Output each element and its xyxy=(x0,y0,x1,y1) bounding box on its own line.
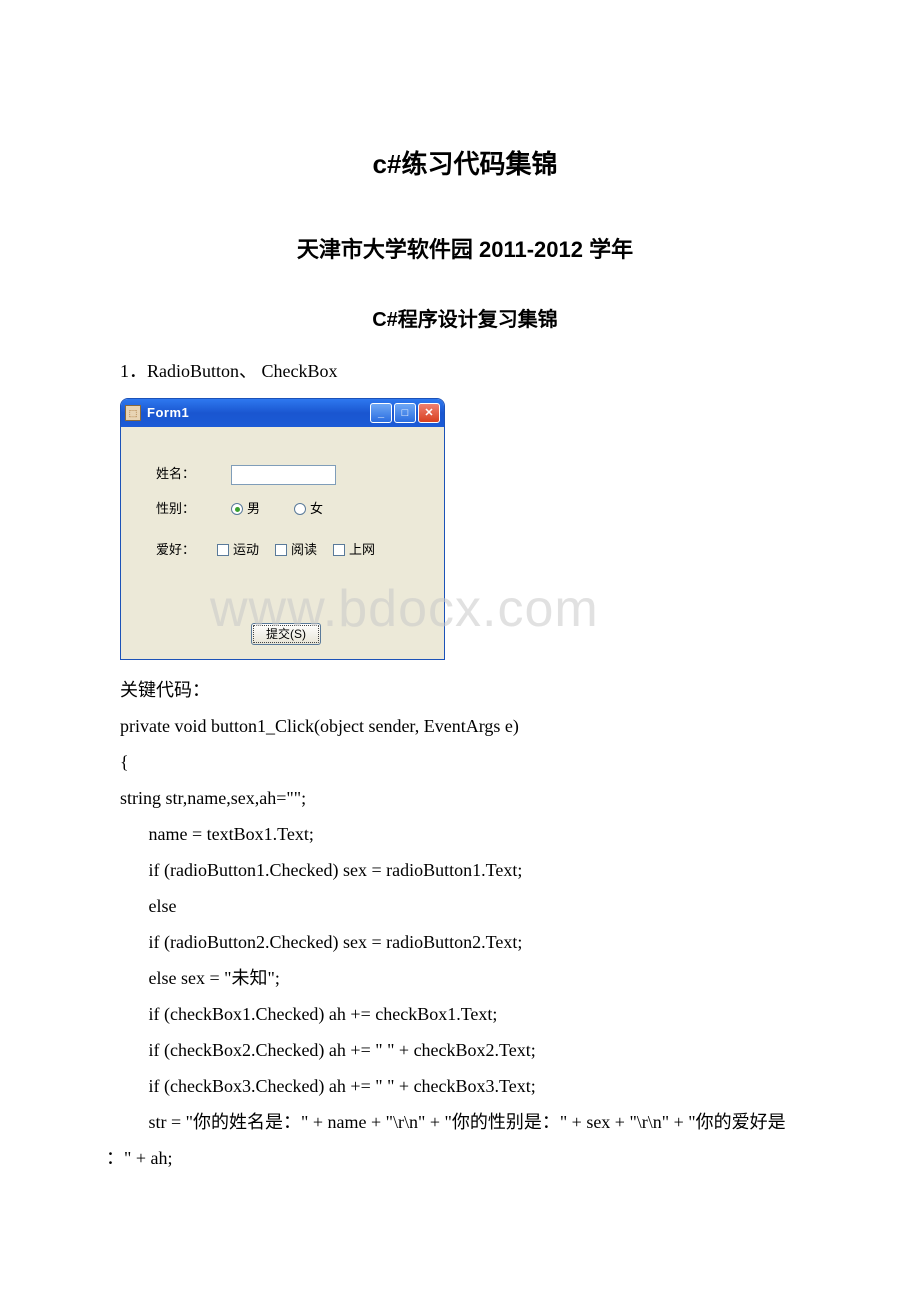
sex-radio-group: 男 女 xyxy=(231,497,323,522)
check-read[interactable]: 阅读 xyxy=(275,538,317,563)
checkbox-icon xyxy=(333,544,345,556)
code-line: if (checkBox3.Checked) ah += " " + check… xyxy=(120,1068,810,1104)
close-button[interactable]: ✕ xyxy=(418,403,440,423)
winform-window: ⬚ Form1 _ □ ✕ 姓名： 性别： 男 女 xyxy=(120,398,445,660)
hobby-check-group: 运动 阅读 上网 xyxy=(217,538,375,563)
section-label: 1．RadioButton、 CheckBox xyxy=(120,354,810,388)
app-icon: ⬚ xyxy=(125,405,141,421)
form-body: 姓名： 性别： 男 女 爱好： 运动 xyxy=(121,427,444,659)
code-line: { xyxy=(120,744,810,780)
main-title: c#练习代码集锦 xyxy=(120,140,810,189)
radio-male-label: 男 xyxy=(247,497,260,522)
radio-female[interactable]: 女 xyxy=(294,497,323,522)
sex-label: 性别： xyxy=(156,497,231,522)
code-line: if (checkBox2.Checked) ah += " " + check… xyxy=(120,1032,810,1068)
submit-button-label: 提交(S) xyxy=(266,623,306,646)
code-line: ：" + ah; xyxy=(106,1140,810,1176)
radio-circle-icon xyxy=(294,503,306,515)
hobby-row: 爱好： 运动 阅读 上网 xyxy=(156,538,424,563)
checkbox-icon xyxy=(217,544,229,556)
code-line: name = textBox1.Text; xyxy=(120,816,810,852)
name-label: 姓名： xyxy=(156,462,231,487)
window-buttons: _ □ ✕ xyxy=(370,403,440,423)
code-line: else sex = "未知"; xyxy=(120,960,810,996)
subtitle-1: 天津市大学软件园 2011-2012 学年 xyxy=(120,229,810,271)
subtitle-2: C#程序设计复习集锦 xyxy=(120,301,810,339)
submit-button[interactable]: 提交(S) xyxy=(251,623,321,645)
titlebar: ⬚ Form1 _ □ ✕ xyxy=(121,399,444,427)
code-line: string str,name,sex,ah=""; xyxy=(120,780,810,816)
check-net[interactable]: 上网 xyxy=(333,538,375,563)
code-line: if (checkBox1.Checked) ah += checkBox1.T… xyxy=(120,996,810,1032)
check-net-label: 上网 xyxy=(349,538,375,563)
name-input[interactable] xyxy=(231,465,336,485)
code-line: if (radioButton1.Checked) sex = radioBut… xyxy=(120,852,810,888)
radio-female-label: 女 xyxy=(310,497,323,522)
checkbox-icon xyxy=(275,544,287,556)
code-block: 关键代码： private void button1_Click(object … xyxy=(120,672,810,1176)
minimize-button[interactable]: _ xyxy=(370,403,392,423)
code-line: 关键代码： xyxy=(120,672,810,708)
radio-circle-icon xyxy=(231,503,243,515)
check-sport[interactable]: 运动 xyxy=(217,538,259,563)
check-sport-label: 运动 xyxy=(233,538,259,563)
sex-row: 性别： 男 女 xyxy=(156,497,424,522)
code-line: private void button1_Click(object sender… xyxy=(120,708,810,744)
window-title: Form1 xyxy=(147,401,370,426)
radio-male[interactable]: 男 xyxy=(231,497,260,522)
check-read-label: 阅读 xyxy=(291,538,317,563)
code-line: if (radioButton2.Checked) sex = radioBut… xyxy=(120,924,810,960)
code-line: str = "你的姓名是：" + name + "\r\n" + "你的性别是：… xyxy=(120,1104,810,1140)
name-row: 姓名： xyxy=(156,462,424,487)
maximize-button[interactable]: □ xyxy=(394,403,416,423)
code-line: else xyxy=(120,888,810,924)
